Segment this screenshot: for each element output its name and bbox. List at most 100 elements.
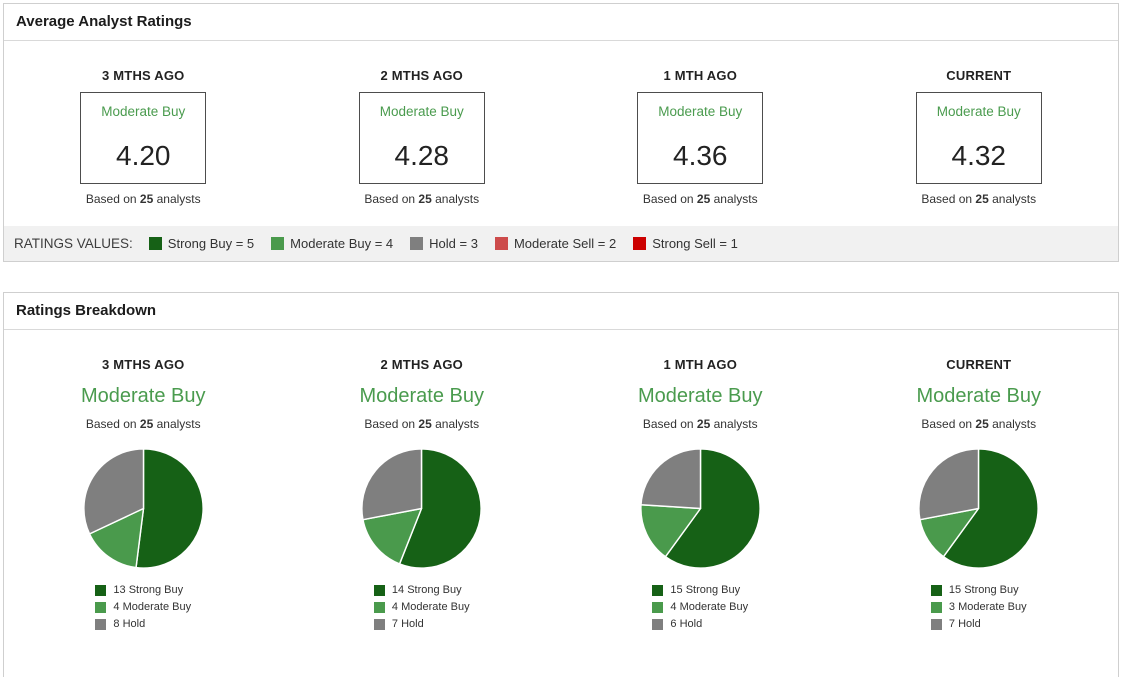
pie-legend-label: 4 Moderate Buy	[113, 601, 192, 613]
ratings-values-item-label: Hold = 3	[429, 236, 478, 251]
rating-box: Moderate Buy 4.32	[915, 92, 1042, 184]
ratings-values-bar: RATINGS VALUES: Strong Buy = 5 Moderate …	[4, 226, 1118, 261]
hold-swatch-icon	[373, 618, 385, 630]
rating-box: Moderate Buy 4.36	[637, 92, 764, 184]
moderate-buy-swatch-icon	[373, 601, 385, 613]
analysts-count: 25	[696, 192, 711, 206]
pie-legend-label: 7 Hold	[391, 618, 424, 630]
analysts-note-prefix: Based on	[85, 417, 140, 431]
panel-title: Ratings Breakdown	[16, 302, 157, 319]
moderate-buy-swatch-icon	[271, 237, 285, 250]
rating-label: Moderate Buy	[379, 104, 464, 119]
pie-legend-label: 4 Moderate Buy	[391, 601, 470, 613]
analysts-note: Based on 25 analysts	[283, 417, 562, 431]
rating-column: 3 MTHS AGO Moderate Buy 4.20 Based on 25…	[4, 68, 283, 206]
analysts-note: Based on 25 analysts	[561, 192, 840, 206]
breakdown-column: CURRENT Moderate Buy Based on 25 analyst…	[840, 357, 1119, 635]
rating-value: 4.36	[673, 140, 728, 171]
ratings-breakdown-columns: 3 MTHS AGO Moderate Buy Based on 25 anal…	[4, 330, 1118, 635]
pie-legend-item: 8 Hold	[95, 618, 191, 630]
ratings-values-item-label: Moderate Sell = 2	[513, 236, 617, 251]
ratings-values-item: Strong Sell = 1	[633, 236, 738, 251]
pie-legend-label: 15 Strong Buy	[670, 584, 741, 596]
analysts-note-suffix: analysts	[988, 192, 1037, 206]
analysts-note-prefix: Based on	[364, 192, 419, 206]
ratings-values-item: Moderate Sell = 2	[494, 236, 617, 251]
moderate-buy-swatch-icon	[930, 601, 942, 613]
breakdown-column: 2 MTHS AGO Moderate Buy Based on 25 anal…	[283, 357, 562, 635]
hold-swatch-icon	[95, 618, 107, 630]
pie-legend-label: 15 Strong Buy	[948, 584, 1019, 596]
pie-legend-item: 14 Strong Buy	[373, 584, 470, 596]
analysts-note-prefix: Based on	[921, 192, 976, 206]
pie-legend: 13 Strong Buy 4 Moderate Buy 8 Hold	[95, 584, 191, 635]
pie-legend-item: 3 Moderate Buy	[930, 601, 1027, 613]
analysts-note-prefix: Based on	[642, 192, 697, 206]
analysts-note-prefix: Based on	[364, 417, 419, 431]
moderate-sell-swatch-icon	[494, 237, 508, 250]
rating-label: Moderate Buy	[658, 104, 743, 119]
period-label: 1 MTH AGO	[663, 357, 738, 372]
period-label: 2 MTHS AGO	[380, 357, 463, 372]
pie-legend-item: 15 Strong Buy	[652, 584, 748, 596]
ratings-values-item: Moderate Buy = 4	[271, 236, 393, 251]
breakdown-rating-label: Moderate Buy	[916, 385, 1041, 407]
analysts-count: 25	[139, 417, 154, 431]
breakdown-rating-label: Moderate Buy	[637, 385, 763, 407]
pie-legend-label: 3 Moderate Buy	[948, 601, 1027, 613]
pie-chart	[840, 446, 1119, 571]
analysts-note-suffix: analysts	[153, 417, 201, 431]
pie-legend-label: 13 Strong Buy	[113, 584, 184, 596]
average-ratings-header: Average Analyst Ratings	[4, 4, 1118, 41]
ratings-breakdown-panel: Ratings Breakdown 3 MTHS AGO Moderate Bu…	[3, 292, 1119, 677]
analysts-count: 25	[418, 192, 432, 206]
analysts-count: 25	[975, 417, 989, 431]
pie-legend-item: 4 Moderate Buy	[373, 601, 470, 613]
strong-buy-swatch-icon	[148, 237, 162, 250]
rating-label: Moderate Buy	[936, 104, 1021, 119]
analysts-count: 25	[696, 417, 711, 431]
rating-value: 4.28	[394, 140, 450, 171]
period-label: 3 MTHS AGO	[102, 68, 185, 83]
period-label: 1 MTH AGO	[663, 68, 738, 83]
pie-legend-label: 8 Hold	[113, 618, 146, 630]
pie-legend-label: 14 Strong Buy	[391, 584, 462, 596]
strong-buy-swatch-icon	[373, 584, 385, 596]
rating-box: Moderate Buy 4.20	[80, 92, 207, 184]
analysts-note-prefix: Based on	[921, 417, 976, 431]
pie-chart	[4, 446, 283, 571]
period-label: 3 MTHS AGO	[102, 357, 185, 372]
analysts-note-suffix: analysts	[431, 192, 480, 206]
analysts-note: Based on 25 analysts	[4, 192, 283, 206]
pie-chart	[561, 446, 840, 571]
average-ratings-panel: Average Analyst Ratings 3 MTHS AGO Moder…	[3, 3, 1119, 262]
rating-label: Moderate Buy	[101, 104, 186, 119]
strong-buy-swatch-icon	[95, 584, 107, 596]
pie-legend-item: 7 Hold	[373, 618, 470, 630]
ratings-values-item-label: Moderate Buy = 4	[290, 236, 394, 251]
strong-sell-swatch-icon	[633, 237, 647, 250]
analysts-count: 25	[139, 192, 154, 206]
analysts-note-prefix: Based on	[642, 417, 697, 431]
hold-swatch-icon	[652, 618, 664, 630]
period-label: CURRENT	[946, 357, 1012, 372]
average-ratings-columns: 3 MTHS AGO Moderate Buy 4.20 Based on 25…	[4, 41, 1118, 206]
moderate-buy-swatch-icon	[95, 601, 107, 613]
moderate-buy-swatch-icon	[652, 601, 664, 613]
panel-title: Average Analyst Ratings	[16, 13, 192, 30]
ratings-values-item: Strong Buy = 5	[148, 236, 254, 251]
analysts-note: Based on 25 analysts	[840, 192, 1119, 206]
analysts-note: Based on 25 analysts	[561, 417, 840, 431]
pie-legend-item: 13 Strong Buy	[95, 584, 191, 596]
rating-column: CURRENT Moderate Buy 4.32 Based on 25 an…	[840, 68, 1119, 206]
analysts-note: Based on 25 analysts	[283, 192, 562, 206]
pie-legend-item: 4 Moderate Buy	[652, 601, 748, 613]
ratings-values-item-label: Strong Sell = 1	[652, 236, 738, 251]
pie-legend-item: 4 Moderate Buy	[95, 601, 191, 613]
rating-column: 2 MTHS AGO Moderate Buy 4.28 Based on 25…	[283, 68, 562, 206]
pie-legend-label: 6 Hold	[670, 618, 703, 630]
strong-buy-swatch-icon	[930, 584, 942, 596]
hold-swatch-icon	[410, 237, 424, 250]
rating-box: Moderate Buy 4.28	[358, 92, 485, 184]
ratings-breakdown-header: Ratings Breakdown	[4, 293, 1118, 330]
